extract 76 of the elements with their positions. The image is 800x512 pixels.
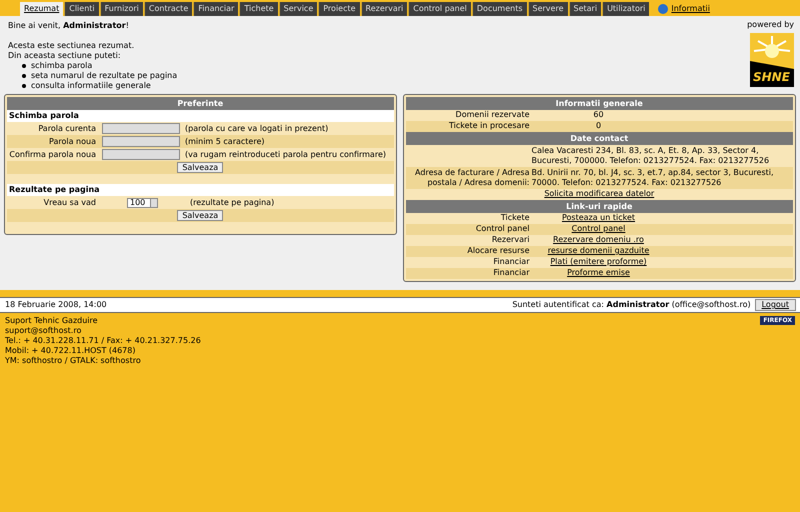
field-label: Parola noua bbox=[48, 136, 97, 146]
nav-tab[interactable]: Contracte bbox=[144, 2, 192, 16]
logo-text: SHNE bbox=[753, 71, 790, 83]
field-label: Confirma parola noua bbox=[8, 150, 97, 160]
password-field[interactable] bbox=[102, 123, 180, 134]
bullet-text: consulta informatiile generale bbox=[31, 81, 151, 91]
row-value: 0 bbox=[596, 121, 602, 130]
section-header: Date contact bbox=[406, 132, 793, 145]
section-header: Preferinte bbox=[7, 97, 394, 110]
nav-tab[interactable]: Rezumat bbox=[20, 2, 64, 16]
row-label: Tickete bbox=[500, 213, 530, 222]
nav-tab[interactable]: Proiecte bbox=[318, 2, 360, 16]
quick-link[interactable]: Plati (emitere proforme) bbox=[550, 257, 647, 266]
nav-tab[interactable]: Service bbox=[278, 2, 318, 16]
auth-text: Sunteti autentificat ca: Administrator (office@softhost.ro) bbox=[512, 300, 751, 310]
logout-button[interactable]: Logout bbox=[754, 299, 796, 311]
nav-tab[interactable]: Control panel bbox=[408, 2, 471, 16]
subsection-heading: Rezultate pe pagina bbox=[7, 184, 394, 196]
section-header: Link-uri rapide bbox=[406, 200, 793, 213]
info-icon bbox=[658, 4, 668, 14]
row-label: Rezervari bbox=[492, 235, 530, 244]
bullet-icon bbox=[22, 84, 26, 88]
address-text: Bd. Unirii nr. 70, bl. J4, sc. 3, et.7, ap.84, sector 3, Bucuresti, 70000. Telefon: 0213277524. Fax: 0213277526 bbox=[532, 168, 775, 188]
password-field[interactable] bbox=[102, 136, 180, 147]
bullet-text: seta numarul de rezultate pe pagina bbox=[31, 71, 178, 81]
row-label: Alocare resurse bbox=[467, 246, 530, 255]
powered-by-text: powered by bbox=[747, 20, 794, 30]
row-label: Tickete in procesare bbox=[449, 121, 530, 130]
intro-text: Din aceasta sectiune puteti: bbox=[8, 51, 122, 61]
field-label: Parola curenta bbox=[37, 124, 97, 134]
quick-link[interactable]: Proforme emise bbox=[567, 268, 630, 277]
nav-tab[interactable]: Rezervari bbox=[360, 2, 408, 16]
footer-text: suport@softhost.ro bbox=[5, 326, 82, 336]
save-button[interactable]: Salveaza bbox=[177, 162, 224, 173]
row-label: Adresa de facturare / Adresa postala / Adresa domenii: bbox=[415, 168, 530, 187]
subsection-heading: Schimba parola bbox=[7, 110, 394, 122]
welcome-text: Bine ai venit, Administrator! bbox=[8, 21, 130, 31]
row-label: Financiar bbox=[493, 257, 530, 266]
nav-tab[interactable]: Setari bbox=[568, 2, 602, 16]
quick-link[interactable]: resurse domenii gazduite bbox=[548, 246, 650, 255]
nav-tab[interactable]: Utilizatori bbox=[602, 2, 650, 16]
dropdown-icon bbox=[150, 198, 157, 206]
row-label: Domenii rezervate bbox=[456, 110, 530, 119]
nav-tab[interactable]: Documents bbox=[472, 2, 527, 16]
row-label: Financiar bbox=[493, 268, 530, 277]
nav-tab[interactable]: Clienti bbox=[64, 2, 99, 16]
hint-text: (parola cu care va logati in prezent) bbox=[185, 124, 328, 134]
row-value: 60 bbox=[593, 110, 604, 119]
nav-tab[interactable]: Financiar bbox=[193, 2, 238, 16]
quick-link[interactable]: Control panel bbox=[572, 224, 626, 233]
intro-text: Acesta este sectiunea rezumat. bbox=[8, 41, 136, 51]
informatii-link[interactable]: Informatii bbox=[671, 4, 710, 14]
modify-data-link[interactable]: Solicita modificarea datelor bbox=[544, 189, 654, 198]
row-label: Control panel bbox=[476, 224, 530, 233]
hint-text: (va rugam reintroduceti parola pentru confirmare) bbox=[185, 150, 386, 160]
password-field[interactable] bbox=[102, 149, 180, 160]
hint-text: (minim 5 caractere) bbox=[185, 136, 265, 146]
hint-text: (rezultate pe pagina) bbox=[190, 198, 274, 208]
save-button[interactable]: Salveaza bbox=[177, 210, 224, 221]
address-text: Calea Vacaresti 234, Bl. 83, sc. A, Et. 8, Ap. 33, Sector 4, Bucuresti, 700000. Telefon: 0213277524. Fax: 0213277526 bbox=[532, 146, 770, 166]
footer-text: Suport Tehnic Gazduire bbox=[5, 316, 99, 326]
bullet-icon bbox=[22, 64, 26, 68]
date-text: 18 Februarie 2008, 14:00 bbox=[5, 300, 107, 310]
footer-text: Mobil: + 40.722.11.HOST (4678) bbox=[5, 346, 136, 356]
bullet-icon bbox=[22, 74, 26, 78]
nav-tab[interactable]: Tichete bbox=[239, 2, 278, 16]
field-label: Vreau sa vad bbox=[42, 198, 97, 208]
footer-text: YM: softhostro / GTALK: softhostro bbox=[5, 356, 142, 366]
section-header: Informatii generale bbox=[406, 97, 793, 110]
quick-link[interactable]: Posteaza un ticket bbox=[562, 213, 636, 222]
footer-text: Tel.: + 40.31.228.11.71 / Fax: + 40.21.327.75.26 bbox=[5, 336, 201, 346]
nav-tab[interactable]: Furnizori bbox=[100, 2, 143, 16]
quick-link[interactable]: Rezervare domeniu .ro bbox=[553, 235, 644, 244]
nav-tab[interactable]: Servere bbox=[528, 2, 568, 16]
bullet-text: schimba parola bbox=[31, 61, 92, 71]
results-select[interactable]: 100 bbox=[127, 198, 158, 208]
